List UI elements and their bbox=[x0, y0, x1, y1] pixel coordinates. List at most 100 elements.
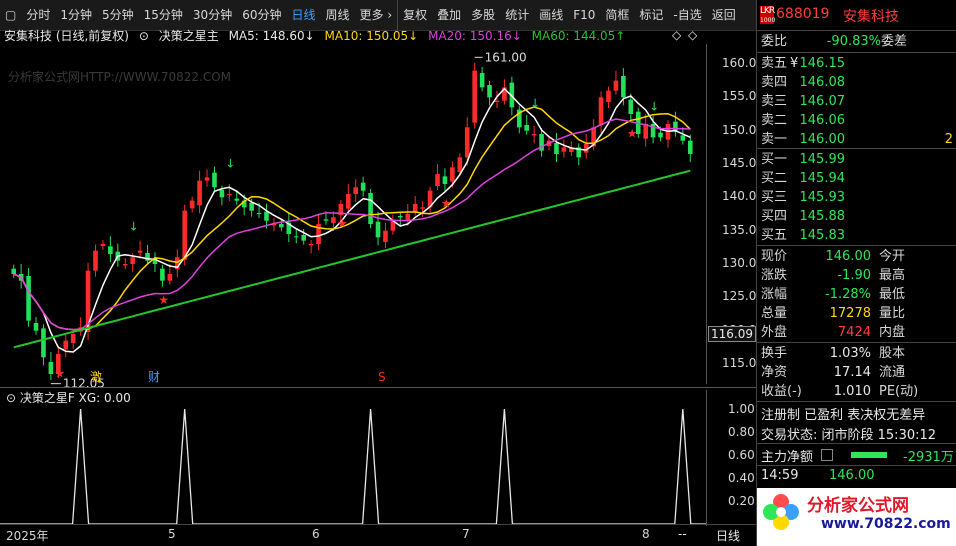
candle-body bbox=[613, 80, 619, 91]
toolbar-item-6[interactable]: 日线 bbox=[286, 0, 320, 30]
bid-row[interactable]: 买五 145.83 bbox=[757, 226, 956, 245]
candle-body bbox=[234, 198, 240, 201]
candle-body bbox=[606, 90, 611, 102]
toolbar-menu-icon[interactable]: ▢ bbox=[0, 0, 21, 30]
event-mark: 激 bbox=[90, 370, 102, 384]
toolbar-item-3[interactable]: 15分钟 bbox=[139, 0, 188, 30]
divider bbox=[757, 342, 956, 343]
toolbar-item-0[interactable]: 分时 bbox=[21, 0, 55, 30]
toolbar-item-9[interactable]: 复权 bbox=[397, 0, 432, 30]
stock-code: 688019 bbox=[776, 6, 830, 22]
ask-row[interactable]: 卖一 146.00 2 bbox=[757, 130, 956, 149]
flower-logo-icon bbox=[763, 494, 799, 530]
candle-body bbox=[658, 132, 663, 138]
indicator-tick: 0.60 bbox=[728, 448, 755, 462]
net-flow-value: -2931万 bbox=[903, 450, 954, 465]
ask-row[interactable]: 卖二 146.06 bbox=[757, 111, 956, 130]
candle-body bbox=[256, 213, 262, 214]
toolbar-item-2[interactable]: 5分钟 bbox=[97, 0, 139, 30]
xg-value: XG: 0.00 bbox=[78, 391, 131, 405]
kline-chart[interactable]: 161.00112.05★★★★★↓↓↓ ↓激财 S bbox=[0, 44, 706, 526]
buy-star-icon: ★ bbox=[54, 366, 65, 380]
indicator-name[interactable]: 决策之星主 bbox=[159, 29, 219, 43]
stat-extra: 内盘 bbox=[879, 325, 906, 340]
toolbar-item-13[interactable]: 画线 bbox=[534, 0, 568, 30]
stat-value: 17278 bbox=[829, 306, 871, 321]
stat-value: 146.00 bbox=[825, 249, 872, 264]
more-dashes[interactable]: -- bbox=[678, 527, 687, 541]
toolbar-item-5[interactable]: 60分钟 bbox=[237, 0, 286, 30]
candle-body bbox=[137, 250, 143, 253]
ask-label: 卖五 bbox=[761, 56, 788, 71]
diamond-icon[interactable]: ◇ bbox=[672, 28, 681, 42]
toolbar-item-1[interactable]: 1分钟 bbox=[55, 0, 97, 30]
toolbar-item-11[interactable]: 多股 bbox=[466, 0, 500, 30]
toolbar-item-8[interactable]: 更多 › bbox=[355, 0, 398, 30]
indicator-tick: 0.80 bbox=[728, 425, 755, 439]
stock-title: 安集科技 (日线,前复权) bbox=[4, 29, 129, 43]
candle-body bbox=[405, 214, 411, 220]
x-tick: 8 bbox=[642, 527, 650, 541]
bid-row[interactable]: 买四 145.88 bbox=[757, 207, 956, 226]
event-mark: 财 bbox=[148, 370, 160, 384]
candle-body bbox=[628, 99, 634, 114]
candle-body bbox=[301, 235, 306, 241]
bottom-period-tab[interactable]: 日线 bbox=[716, 527, 740, 544]
stock-tags: 注册制 已盈利 表决权无差异 bbox=[761, 408, 926, 423]
ask-label: 卖一 bbox=[761, 132, 788, 147]
toolbar-item-15[interactable]: 简框 bbox=[600, 0, 634, 30]
candle-body bbox=[249, 202, 254, 211]
toolbar-item-10[interactable]: 叠加 bbox=[432, 0, 466, 30]
quote-panel: LKR 1000 688019 安集科技 委比 -90.83% 委差 卖五 146… bbox=[756, 0, 956, 546]
code-badge-text: LKR bbox=[760, 6, 775, 16]
ma60-label: MA60: 144.05↑ bbox=[531, 29, 626, 43]
bid-row[interactable]: 买一 145.99 bbox=[757, 150, 956, 169]
candle-body bbox=[331, 217, 336, 223]
ask-label: 卖四 bbox=[761, 75, 788, 90]
indicator-dropdown-icon[interactable]: ⊙ bbox=[6, 391, 16, 405]
price-tick: 155.0 bbox=[722, 89, 757, 104]
indicator-tick: 1.00 bbox=[728, 402, 755, 416]
toolbar-item-12[interactable]: 统计 bbox=[500, 0, 534, 30]
toolbar-item-7[interactable]: 周线 bbox=[321, 0, 355, 30]
stat-label: 外盘 bbox=[761, 325, 788, 340]
candle-body bbox=[11, 268, 17, 274]
indicator-title[interactable]: ⊙ 决策之星F XG: 0.00 bbox=[6, 389, 131, 406]
indicator-tick: 0.40 bbox=[728, 471, 755, 485]
stat2-value: 17.14 bbox=[833, 365, 871, 380]
candle-body bbox=[293, 236, 299, 238]
toolbar-item-18[interactable]: 返回 bbox=[707, 0, 741, 30]
candle-body bbox=[487, 85, 492, 98]
stat-extra: 今开 bbox=[879, 249, 906, 264]
candle-body bbox=[189, 200, 195, 209]
ask-row[interactable]: 卖四 146.08 bbox=[757, 73, 956, 92]
price-tick: 130.0 bbox=[722, 256, 757, 270]
current-price-tag: 116.09 bbox=[708, 326, 756, 342]
stat-label: 总量 bbox=[761, 306, 788, 321]
toolbar-item-14[interactable]: F10 bbox=[568, 0, 600, 30]
stat2-extra: 股本 bbox=[879, 346, 906, 361]
candle-body bbox=[464, 127, 470, 158]
candle-body bbox=[673, 121, 678, 131]
candle-body bbox=[264, 211, 269, 221]
candle-body bbox=[360, 182, 366, 191]
bid-row[interactable]: 买二 145.94 bbox=[757, 169, 956, 188]
ask-row[interactable]: 卖三 146.07 bbox=[757, 92, 956, 111]
candle-body bbox=[212, 172, 217, 188]
toolbar-item-16[interactable]: 标记 bbox=[634, 0, 668, 30]
settings-icon[interactable]: ◇ bbox=[688, 28, 697, 42]
dropdown-circle-icon[interactable]: ⊙ bbox=[139, 29, 149, 43]
toolbar-item-4[interactable]: 30分钟 bbox=[188, 0, 237, 30]
weibi-row: 委比 -90.83% 委差 bbox=[757, 32, 956, 51]
indicator-tick: 0.20 bbox=[728, 494, 755, 508]
buy-star-icon: ★ bbox=[441, 196, 452, 210]
list-icon[interactable] bbox=[821, 449, 833, 461]
watermark-text: 分析家公式网HTTP://WWW.70822.COM bbox=[8, 70, 232, 84]
toolbar-item-17[interactable]: -自选 bbox=[668, 0, 706, 30]
ask-price: 146.08 bbox=[799, 75, 846, 90]
candle-body bbox=[345, 194, 351, 209]
stat2-value: 1.03% bbox=[829, 346, 871, 361]
ma-line-ma5 bbox=[13, 87, 691, 353]
ask-row[interactable]: 卖五 146.15 ¥ bbox=[757, 54, 956, 73]
bid-row[interactable]: 买三 145.93 bbox=[757, 188, 956, 207]
